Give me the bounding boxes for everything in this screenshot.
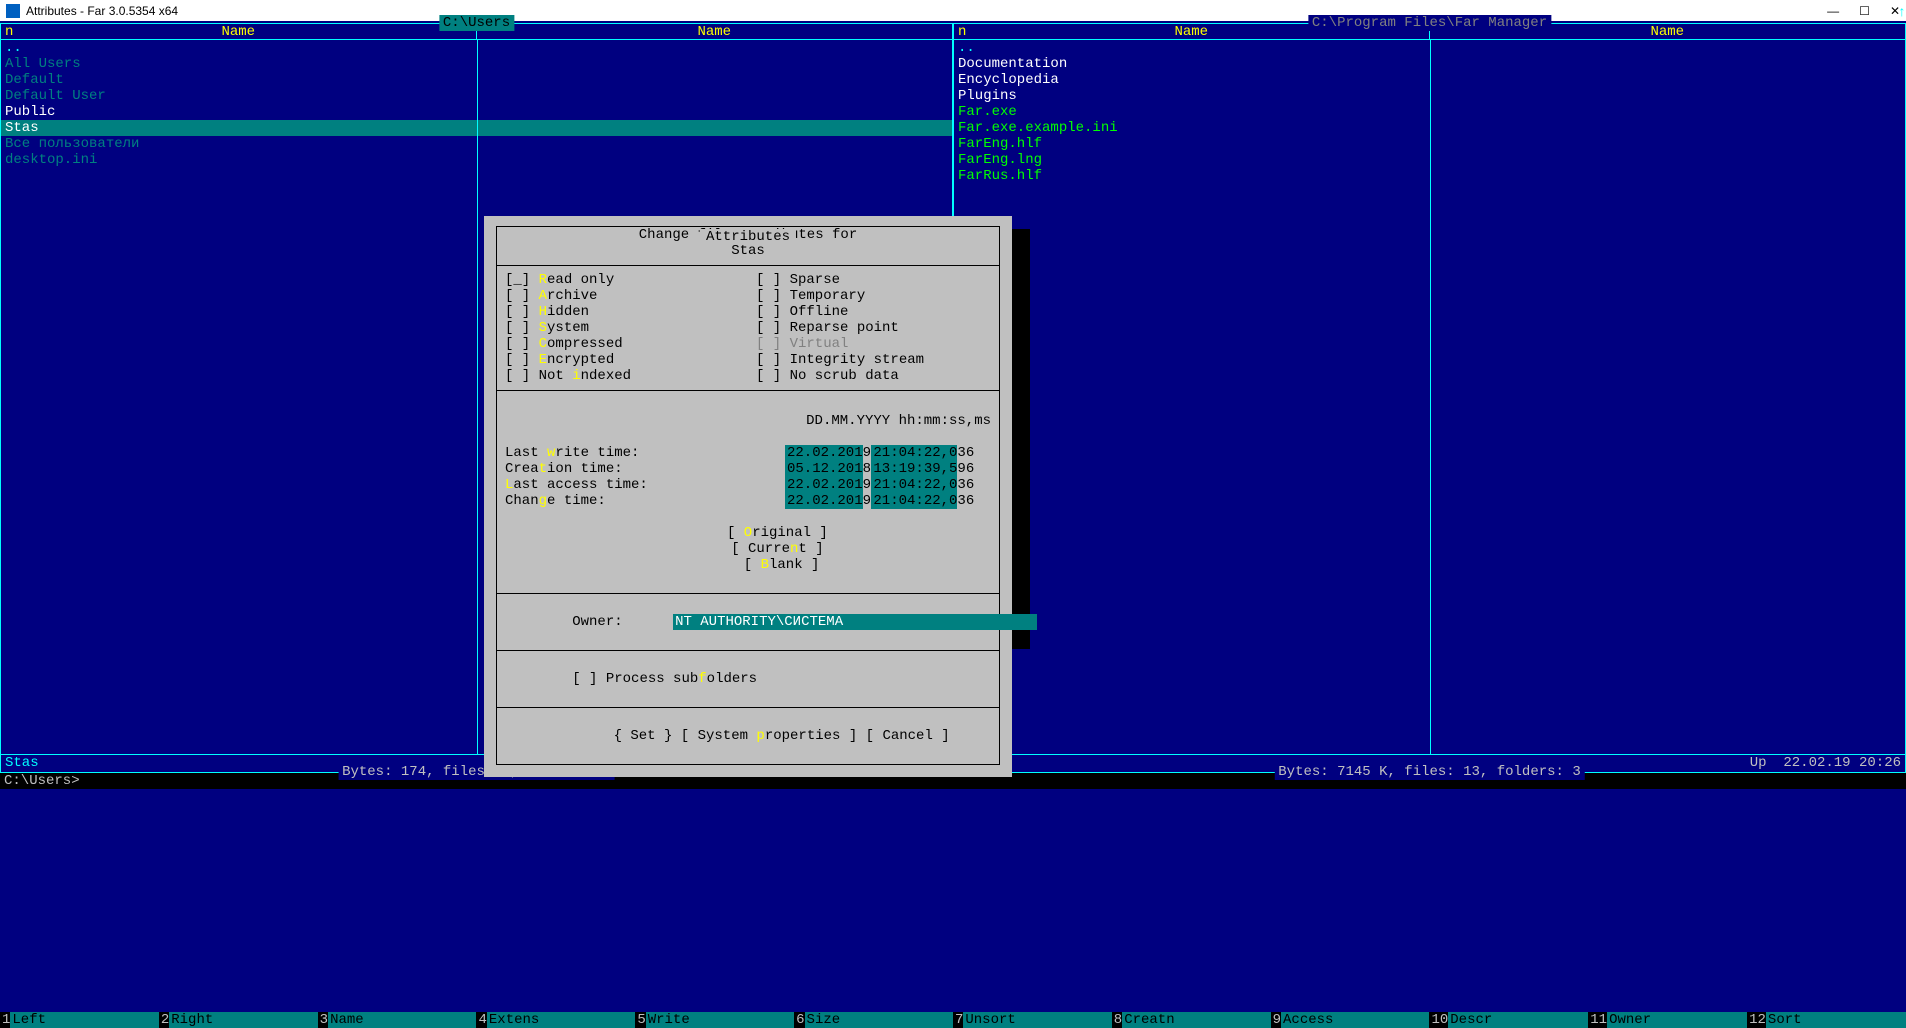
keybar-item-write[interactable]: 5Write [635, 1012, 794, 1028]
window-titlebar: Attributes - Far 3.0.5354 x64 — ☐ ✕ [0, 0, 1906, 21]
attr-checkbox[interactable]: [ ] Offline [748, 304, 999, 320]
original-button[interactable]: [ Original ] [727, 525, 836, 541]
keybar-item-left[interactable]: 1Left [0, 1012, 159, 1028]
right-panel-path[interactable]: C:\Program Files\Far Manager [1308, 15, 1551, 31]
window-maximize-button[interactable]: ☐ [1859, 4, 1870, 18]
keybar-item-access[interactable]: 9Access [1271, 1012, 1430, 1028]
attr-checkbox[interactable]: [ ] No scrub data [748, 368, 999, 384]
panel-divider [1430, 40, 1431, 754]
blank-button[interactable]: [ Blank ] [744, 557, 820, 573]
attr-checkbox: [ ] Virtual [748, 336, 999, 352]
attr-checkbox[interactable]: [ ] Reparse point [748, 320, 999, 336]
keybar-item-creatn[interactable]: 8Creatn [1112, 1012, 1271, 1028]
dialog-title: Attributes [700, 229, 796, 245]
time-row: Creation time:05.12.2018 13:19:39,596 [497, 461, 999, 477]
keybar-item-owner[interactable]: 11Owner [1588, 1012, 1747, 1028]
window-title: Attributes - Far 3.0.5354 x64 [26, 4, 178, 18]
system-properties-button[interactable]: [ System properties ] [681, 728, 857, 744]
time-header: DD.MM.YYYY hh:mm:ss,ms [497, 397, 999, 445]
keybar-item-name[interactable]: 3Name [318, 1012, 477, 1028]
keybar-item-sort[interactable]: 12Sort [1747, 1012, 1906, 1028]
right-panel-summary: Bytes: 7145 K, files: 13, folders: 3 [1274, 764, 1584, 780]
right-panel[interactable]: C:\Program Files\Far Manager n Name Name… [953, 23, 1906, 773]
attr-checkbox[interactable]: [ ] Encrypted [497, 352, 748, 368]
dialog-target-name: Stas [497, 243, 999, 259]
current-button[interactable]: [ Current ] [731, 541, 832, 557]
cancel-button[interactable]: [ Cancel ] [866, 728, 950, 744]
attr-checkbox[interactable]: [ ] Not indexed [497, 368, 748, 384]
time-row: Last access time:22.02.2019 21:04:22,036 [497, 477, 999, 493]
set-button[interactable]: { Set } [614, 728, 673, 744]
time-buttons-row: [ Original ] [ Current ] [ Blank ] [497, 509, 999, 589]
keybar-item-unsort[interactable]: 7Unsort [953, 1012, 1112, 1028]
owner-input[interactable]: NT AUTHORITY\СИСТЕМА [673, 614, 1037, 630]
date-input[interactable]: 05.12.2018 [785, 461, 863, 477]
window-minimize-button[interactable]: — [1827, 4, 1839, 18]
scroll-up-icon[interactable]: ↑ [1898, 5, 1906, 21]
time-input[interactable]: 13:19:39,596 [871, 461, 957, 477]
attr-checkbox[interactable]: [ ] Integrity stream [748, 352, 999, 368]
keybar-item-size[interactable]: 6Size [794, 1012, 953, 1028]
keybar: 1Left2Right3Name4Extens5Write6Size7Unsor… [0, 1012, 1906, 1028]
left-panel-path[interactable]: C:\Users [439, 15, 514, 31]
keybar-item-right[interactable]: 2Right [159, 1012, 318, 1028]
attr-checkbox[interactable]: [ ] Hidden [497, 304, 748, 320]
time-input[interactable]: 21:04:22,036 [871, 445, 957, 461]
app-icon [6, 4, 20, 18]
attr-checkbox[interactable]: [ ] Sparse [748, 272, 999, 288]
keybar-item-descr[interactable]: 10Descr [1429, 1012, 1588, 1028]
attr-checkbox[interactable]: [_] Read only [497, 272, 748, 288]
date-input[interactable]: 22.02.2019 [785, 445, 863, 461]
date-input[interactable]: 22.02.2019 [785, 493, 863, 509]
owner-row: Owner: NT AUTHORITY\СИСТЕМА [497, 598, 999, 646]
attr-checkbox[interactable]: [ ] Archive [497, 288, 748, 304]
attr-checkbox[interactable]: [ ] Temporary [748, 288, 999, 304]
keybar-item-extens[interactable]: 4Extens [476, 1012, 635, 1028]
terminal-area: C:\Users n Name Name ..All UsersDefaultD… [0, 21, 1906, 1028]
left-col-name-2[interactable]: Name [477, 24, 953, 39]
process-subfolders-checkbox[interactable]: [ ] Process subfolders [497, 655, 999, 703]
panel-divider [477, 40, 478, 754]
time-row: Change time:22.02.2019 21:04:22,036 [497, 493, 999, 509]
attr-checkbox[interactable]: [ ] System [497, 320, 748, 336]
dialog-buttons-row: { Set } [ System properties ] [ Cancel ] [497, 712, 999, 760]
attr-checkbox[interactable]: [ ] Compressed [497, 336, 748, 352]
time-input[interactable]: 21:04:22,036 [871, 493, 957, 509]
date-input[interactable]: 22.02.2019 [785, 477, 863, 493]
attributes-dialog[interactable]: Attributes Change file attributes for St… [484, 216, 1012, 777]
left-col-name-1[interactable]: Name [1, 24, 477, 39]
time-input[interactable]: 21:04:22,036 [871, 477, 957, 493]
time-row: Last write time:22.02.2019 21:04:22,036 [497, 445, 999, 461]
